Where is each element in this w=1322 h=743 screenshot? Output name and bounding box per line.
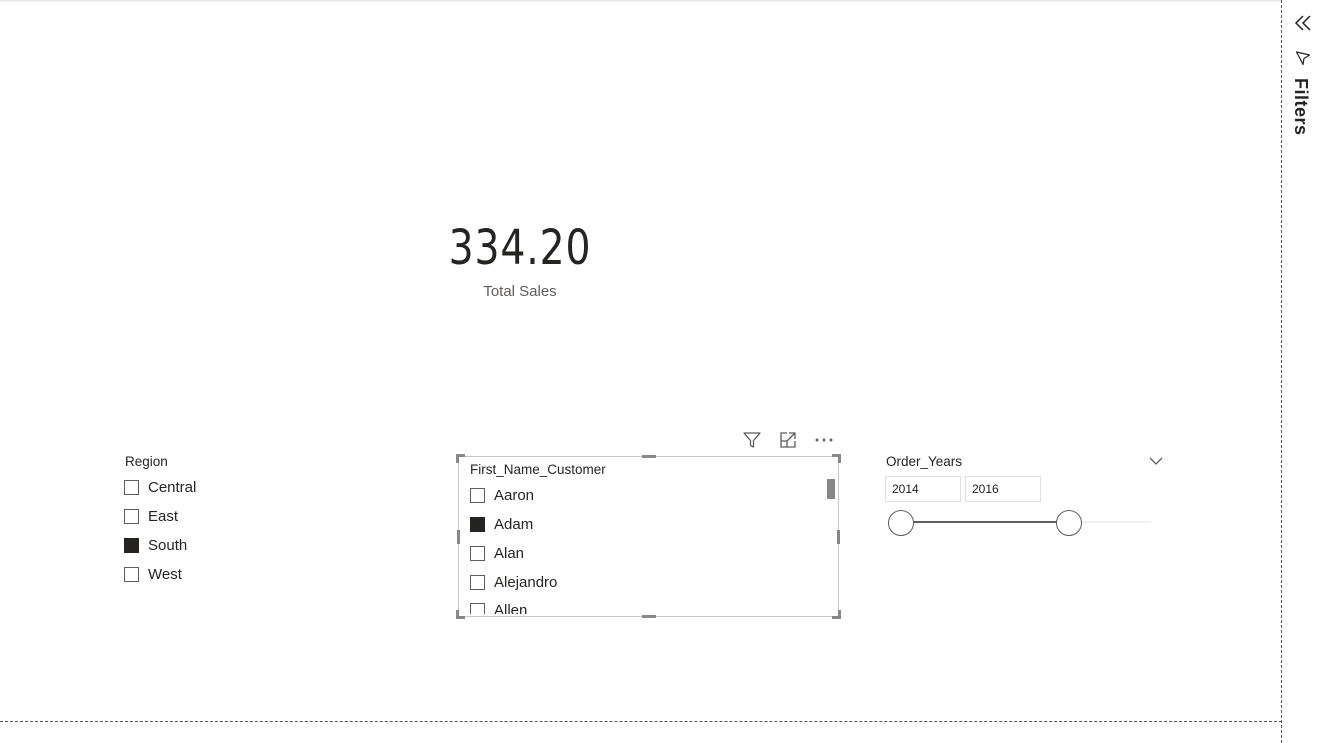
chevron-down-icon[interactable] bbox=[1148, 453, 1164, 469]
scrollbar-thumb[interactable] bbox=[827, 479, 835, 499]
region-item-central[interactable]: Central bbox=[124, 476, 196, 498]
collapse-chevrons-icon[interactable] bbox=[1293, 12, 1313, 34]
region-item-label: South bbox=[148, 536, 188, 554]
more-options-icon[interactable] bbox=[814, 430, 834, 450]
name-slicer-title: First_Name_Customer bbox=[470, 462, 606, 477]
focus-mode-icon[interactable] bbox=[778, 430, 798, 450]
checkbox[interactable] bbox=[470, 545, 485, 561]
resize-handle[interactable] bbox=[837, 530, 840, 544]
checkbox[interactable] bbox=[124, 508, 139, 524]
name-item-adam[interactable]: Adam bbox=[470, 513, 533, 535]
region-slicer-title: Region bbox=[125, 454, 168, 469]
years-slicer-title: Order_Years bbox=[886, 454, 963, 469]
year-to-input[interactable]: 2016 bbox=[965, 476, 1041, 502]
checkbox-checked[interactable] bbox=[470, 516, 485, 532]
total-sales-card[interactable]: 334.20 Total Sales bbox=[420, 215, 620, 310]
resize-handle[interactable] bbox=[832, 454, 841, 463]
slider-range-fill bbox=[901, 521, 1069, 523]
checkbox[interactable] bbox=[470, 487, 485, 503]
resize-handle[interactable] bbox=[456, 610, 465, 619]
region-item-label: East bbox=[148, 507, 179, 525]
first-name-customer-slicer[interactable]: First_Name_Customer Aaron Adam Alan Alej… bbox=[456, 454, 841, 619]
canvas-bottom-edge bbox=[0, 721, 1282, 722]
name-item-label: Allen bbox=[494, 601, 528, 615]
name-item-label: Aaron bbox=[494, 486, 535, 504]
resize-handle[interactable] bbox=[832, 610, 841, 619]
card-value: 334.20 bbox=[448, 220, 592, 276]
resize-handle[interactable] bbox=[642, 615, 656, 618]
region-item-west[interactable]: West bbox=[124, 563, 182, 585]
slider-thumb-to[interactable] bbox=[1056, 510, 1082, 536]
visual-header bbox=[742, 429, 838, 451]
filters-pane: Filters bbox=[1283, 0, 1322, 743]
name-item-label: Alejandro bbox=[494, 573, 558, 591]
canvas-right-edge bbox=[1281, 0, 1282, 743]
filters-label[interactable]: Filters bbox=[1290, 78, 1311, 136]
filter-icon[interactable] bbox=[742, 430, 762, 450]
year-from-input[interactable]: 2014 bbox=[885, 476, 961, 502]
name-list: Aaron Adam Alan Alejandro Allen bbox=[470, 484, 830, 614]
name-item-alan[interactable]: Alan bbox=[470, 542, 524, 564]
checkbox-checked[interactable] bbox=[124, 537, 139, 553]
slider-thumb-from[interactable] bbox=[888, 510, 914, 536]
name-item-aaron[interactable]: Aaron bbox=[470, 484, 534, 506]
name-item-alejandro[interactable]: Alejandro bbox=[470, 571, 557, 593]
name-item-label: Adam bbox=[494, 515, 534, 533]
checkbox[interactable] bbox=[470, 574, 485, 590]
region-item-east[interactable]: East bbox=[124, 505, 178, 527]
region-item-south[interactable]: South bbox=[124, 534, 187, 556]
resize-handle[interactable] bbox=[456, 454, 465, 463]
card-label: Total Sales bbox=[483, 283, 557, 300]
region-slicer[interactable]: Region Central East South West bbox=[124, 452, 324, 592]
filter-icon bbox=[1295, 50, 1311, 66]
canvas-top-border bbox=[0, 0, 1282, 2]
checkbox[interactable] bbox=[124, 479, 139, 495]
resize-handle[interactable] bbox=[457, 530, 460, 544]
order-years-slicer[interactable]: Order_Years 2014 2016 bbox=[885, 450, 1165, 550]
checkbox[interactable] bbox=[470, 602, 485, 614]
name-item-allen[interactable]: Allen bbox=[470, 599, 527, 614]
checkbox[interactable] bbox=[124, 566, 139, 582]
region-item-label: Central bbox=[148, 478, 197, 496]
resize-handle[interactable] bbox=[642, 455, 656, 458]
region-item-label: West bbox=[148, 565, 182, 583]
name-item-label: Alan bbox=[494, 544, 525, 562]
